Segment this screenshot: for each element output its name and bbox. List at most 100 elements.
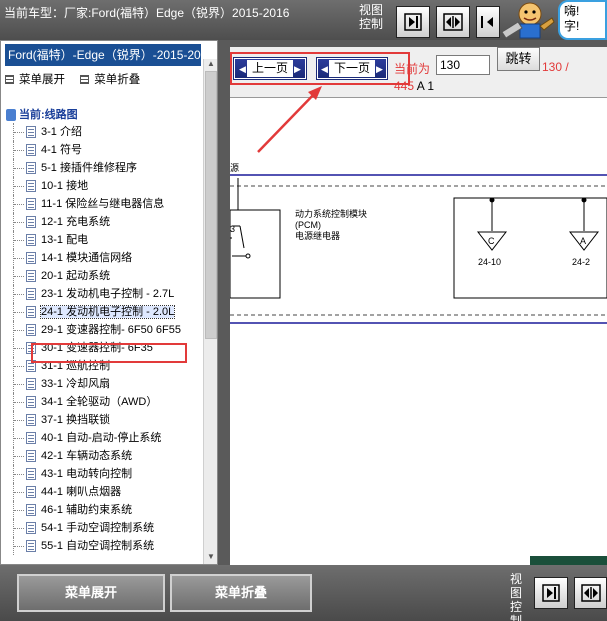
- tree-item-label: 3-1 介绍: [41, 126, 82, 138]
- document-icon: [26, 360, 36, 372]
- tree-items: 3-1 介绍 4-1 符号 5-1 接插件维修程序 10-1 接地 11-1 保险丝与继…: [5, 123, 201, 555]
- tree-item[interactable]: 42-1 车辆动态系统: [5, 447, 201, 465]
- collapse-menu-button[interactable]: 菜单折叠: [170, 574, 312, 612]
- tree-item[interactable]: 31-1 巡航控制: [5, 357, 201, 375]
- tree-view: 当前:线路图 3-1 介绍 4-1 符号 5-1 接插件维修程序 10-1 接地 11-…: [5, 107, 201, 555]
- tree-item-label: 20-1 起动系统: [41, 270, 111, 282]
- expand-menu-button[interactable]: 菜单展开: [17, 574, 165, 612]
- arrow-right-icon: ▶: [376, 64, 383, 74]
- split-view-button[interactable]: [436, 6, 470, 38]
- document-icon: [26, 396, 36, 408]
- tree-item-label: 42-1 车辆动态系统: [41, 450, 133, 462]
- tree-item[interactable]: 23-1 发动机电子控制 - 2.7L: [5, 285, 201, 303]
- tree-item[interactable]: 46-1 辅助约束系统: [5, 501, 201, 519]
- tree-item-label: 5-1 接插件维修程序: [41, 162, 137, 174]
- vehicle-title: 当前车型：厂家:Ford(福特）Edge（锐界）2015-2016: [4, 6, 290, 20]
- arrow-left-icon: ◀: [239, 64, 246, 74]
- document-icon: [26, 180, 36, 192]
- sidebar-collapse-link[interactable]: 菜单折叠: [80, 74, 140, 86]
- tree-item[interactable]: 12-1 充电系统: [5, 213, 201, 231]
- tree-item[interactable]: 34-1 全轮驱动（AWD）: [5, 393, 201, 411]
- connector-c-letter: C: [488, 236, 495, 246]
- current-page-label: 当前为: [394, 62, 431, 76]
- document-icon: [26, 378, 36, 390]
- page-sub-label: 445 A 1: [394, 79, 435, 93]
- tree-item[interactable]: 10-1 接地: [5, 177, 201, 195]
- tree-item[interactable]: 30-1 变速器控制- 6F35: [5, 339, 201, 357]
- tree-item-label: 55-1 自动空调控制系统: [41, 540, 155, 552]
- tree-item[interactable]: 11-1 保险丝与继电器信息: [5, 195, 201, 213]
- view-control-label-bottom: 视图控制: [509, 572, 522, 621]
- tree-item-label: 34-1 全轮驱动（AWD）: [41, 396, 158, 408]
- next-page-button[interactable]: ◀ 下一页 ▶: [316, 57, 388, 80]
- jump-button[interactable]: 跳转: [497, 47, 540, 71]
- tree-item[interactable]: 14-1 模块通信网络: [5, 249, 201, 267]
- sidebar-title: Ford(福特）-Edge（锐界）-2015-20: [5, 44, 201, 66]
- document-icon: [26, 270, 36, 282]
- document-icon: [26, 252, 36, 264]
- tree-item[interactable]: 4-1 符号: [5, 141, 201, 159]
- arrow-right-icon: ▶: [294, 64, 301, 74]
- tree-branch: [13, 303, 25, 321]
- tree-item[interactable]: 20-1 起动系统: [5, 267, 201, 285]
- tree-item[interactable]: 54-1 手动空调控制系统: [5, 519, 201, 537]
- tree-branch: [13, 177, 25, 195]
- tree-root[interactable]: 当前:线路图: [5, 107, 201, 123]
- tree-item[interactable]: 33-1 冷却风扇: [5, 375, 201, 393]
- split-view-button-bottom[interactable]: [574, 577, 607, 609]
- tree-item[interactable]: 55-1 自动空调控制系统: [5, 537, 201, 555]
- tree-item[interactable]: 3-1 介绍: [5, 123, 201, 141]
- tree-item[interactable]: 40-1 自动-启动-停止系统: [5, 429, 201, 447]
- tree-item-label: 43-1 电动转向控制: [41, 468, 133, 480]
- scroll-thumb[interactable]: [205, 71, 217, 339]
- wiring-diagram[interactable]: 源 3 C A 动力系统控制模块 (PCM) 电源继电器 24-10 24-2: [230, 97, 607, 566]
- tree-branch: [13, 321, 25, 339]
- tree-branch: [13, 501, 25, 519]
- tree-branch: [13, 249, 25, 267]
- document-icon: [26, 324, 36, 336]
- tree-branch: [13, 267, 25, 285]
- sidebar-expand-link[interactable]: 菜单展开: [5, 74, 65, 86]
- diagram-drawing: 源 3 C A: [230, 163, 607, 566]
- tree-branch: [13, 357, 25, 375]
- tree-item-label: 46-1 辅助约束系统: [41, 504, 133, 516]
- tree-branch: [13, 537, 25, 555]
- page-number-input[interactable]: [436, 55, 490, 75]
- header-fragment: 源: [230, 163, 239, 173]
- tree-branch: [13, 375, 25, 393]
- folder-icon: [6, 109, 16, 121]
- arrow-left-icon: ◀: [321, 64, 328, 74]
- scroll-up-icon[interactable]: ▲: [204, 59, 217, 71]
- document-icon: [26, 468, 36, 480]
- sidebar-scrollbar[interactable]: ▲ ▼: [203, 59, 217, 564]
- prev-page-button[interactable]: ◀ 上一页 ▶: [233, 57, 307, 80]
- tree-item[interactable]: 37-1 换挡联锁: [5, 411, 201, 429]
- tree-item[interactable]: 29-1 变速器控制- 6F50 6F55: [5, 321, 201, 339]
- tree-item[interactable]: 24-1 发动机电子控制 - 2.0L: [5, 303, 201, 321]
- show-panel-button-bottom[interactable]: [534, 577, 568, 609]
- tree-branch: [13, 141, 25, 159]
- tree-item[interactable]: 44-1 喇叭点烟器: [5, 483, 201, 501]
- document-icon: [26, 504, 36, 516]
- split-arrows-icon: [580, 584, 601, 602]
- tree-item-label: 14-1 模块通信网络: [41, 252, 133, 264]
- tree-item[interactable]: 5-1 接插件维修程序: [5, 159, 201, 177]
- connector-a-id: 24-2: [572, 257, 591, 267]
- tree-item-label: 29-1 变速器控制- 6F50 6F55: [41, 324, 181, 336]
- tree-item-label: 40-1 自动-启动-停止系统: [41, 432, 162, 444]
- document-icon: [26, 234, 36, 246]
- speech-text-1: 嗨!: [564, 4, 580, 18]
- scroll-down-icon[interactable]: ▼: [204, 552, 217, 564]
- tree-item[interactable]: 43-1 电动转向控制: [5, 465, 201, 483]
- show-panel-button[interactable]: [396, 6, 430, 38]
- tree-item-label: 10-1 接地: [41, 180, 89, 192]
- tree-branch: [13, 213, 25, 231]
- mascot-icon: [501, 2, 555, 39]
- menu-icon: [80, 75, 90, 84]
- document-icon: [26, 198, 36, 210]
- tree-item[interactable]: 13-1 配电: [5, 231, 201, 249]
- tree-item-label: 33-1 冷却风扇: [41, 378, 111, 390]
- bottom-bar: 菜单展开 菜单折叠 视图控制: [0, 565, 607, 621]
- tree-item-label: 37-1 换挡联锁: [41, 414, 111, 426]
- tree-item-label: 13-1 配电: [41, 234, 89, 246]
